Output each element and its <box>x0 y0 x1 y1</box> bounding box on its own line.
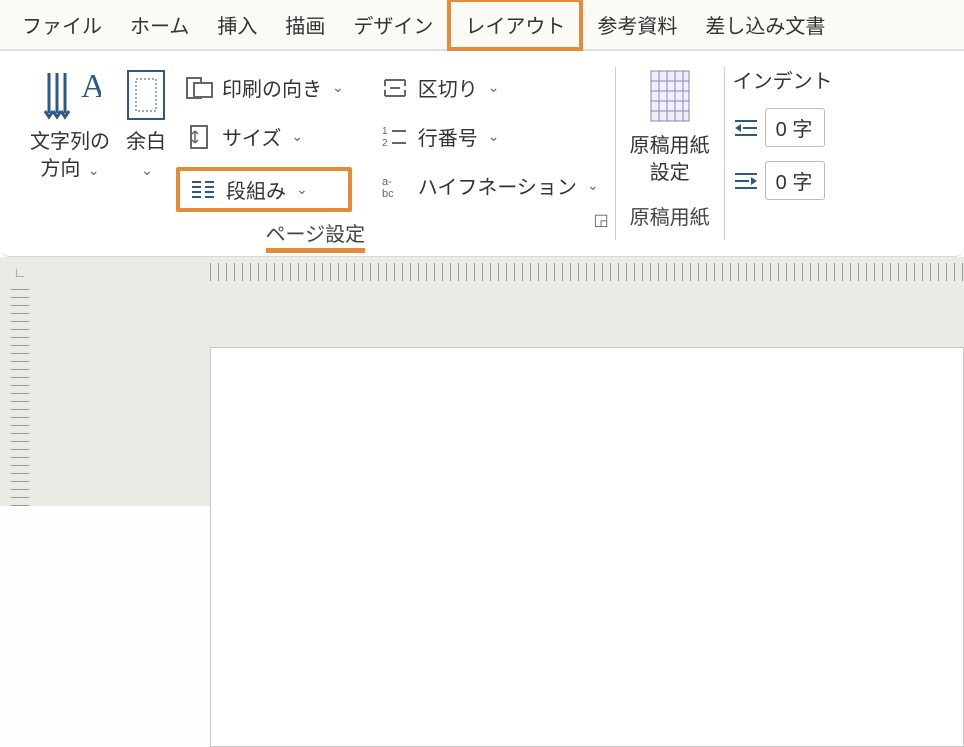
group-indent: インデント 0 字 0 字 <box>725 63 841 256</box>
text-direction-icon: A <box>39 67 101 123</box>
tab-layout[interactable]: レイアウト <box>447 0 583 51</box>
manuscript-group-label: 原稿用紙 <box>630 195 710 240</box>
breaks-button[interactable]: 区切り ⌄ <box>372 69 607 106</box>
margins-icon <box>122 67 170 123</box>
size-button[interactable]: サイズ ⌄ <box>176 118 352 155</box>
page-setup-launcher-icon[interactable]: ◲ <box>594 210 609 230</box>
hyphenation-icon: a-bc <box>380 173 410 199</box>
orientation-button[interactable]: 印刷の向き ⌄ <box>176 69 352 106</box>
group-manuscript: 原稿用紙設定 原稿用紙 <box>616 67 725 240</box>
ribbon: A 文字列の方向 ⌄ 余白⌄ 印刷の向き ⌄ サ <box>0 50 964 257</box>
orientation-icon <box>184 75 214 101</box>
size-icon <box>184 124 214 150</box>
indent-left[interactable]: 0 字 <box>733 108 825 147</box>
tab-bar: ファイル ホーム 挿入 描画 デザイン レイアウト 参考資料 差し込み文書 <box>0 0 964 50</box>
tab-home[interactable]: ホーム <box>116 2 203 47</box>
tab-file[interactable]: ファイル <box>8 2 116 47</box>
manuscript-button[interactable]: 原稿用紙設定 <box>624 67 716 187</box>
text-direction-button[interactable]: A 文字列の方向 ⌄ <box>24 67 116 183</box>
indent-right-icon <box>733 170 759 192</box>
line-numbers-icon: 12 <box>380 124 410 150</box>
manuscript-icon <box>643 67 697 127</box>
indent-left-icon <box>733 117 759 139</box>
document-page[interactable] <box>210 347 964 747</box>
vertical-ruler[interactable] <box>11 287 29 506</box>
tab-draw[interactable]: 描画 <box>271 2 339 47</box>
svg-text:1: 1 <box>382 126 388 137</box>
tab-design[interactable]: デザイン <box>339 2 447 47</box>
svg-text:2: 2 <box>382 138 388 149</box>
chevron-down-icon: ⌄ <box>141 162 153 178</box>
margins-button[interactable]: 余白⌄ <box>116 67 176 183</box>
ruler-corner: ∟ <box>0 257 40 287</box>
svg-text:a-: a- <box>382 176 392 188</box>
chevron-down-icon: ⌄ <box>296 181 308 198</box>
columns-button[interactable]: 段組み ⌄ <box>176 167 352 212</box>
indent-right[interactable]: 0 字 <box>733 161 825 200</box>
tab-references[interactable]: 参考資料 <box>583 2 691 47</box>
chevron-down-icon: ⌄ <box>488 128 500 145</box>
page-setup-group-label: ページ設定 <box>266 224 366 253</box>
line-numbers-button[interactable]: 12 行番号 ⌄ <box>372 118 607 155</box>
indent-right-value[interactable]: 0 字 <box>765 161 825 200</box>
tab-mailings[interactable]: 差し込み文書 <box>691 2 839 47</box>
indent-left-value[interactable]: 0 字 <box>765 108 825 147</box>
horizontal-ruler-row: ∟ <box>0 257 964 287</box>
chevron-down-icon: ⌄ <box>291 128 303 145</box>
svg-text:A: A <box>81 68 101 105</box>
hyphenation-button[interactable]: a-bc ハイフネーション ⌄ <box>372 167 607 204</box>
document-area <box>0 287 964 506</box>
chevron-down-icon: ⌄ <box>488 79 500 96</box>
horizontal-ruler[interactable] <box>210 263 964 281</box>
indent-heading: インデント <box>733 65 833 94</box>
chevron-down-icon: ⌄ <box>587 177 599 194</box>
tab-insert[interactable]: 挿入 <box>203 2 271 47</box>
columns-icon <box>188 177 218 203</box>
chevron-down-icon: ⌄ <box>88 162 100 178</box>
svg-text:bc: bc <box>382 188 394 199</box>
chevron-down-icon: ⌄ <box>332 79 344 96</box>
group-page-setup: A 文字列の方向 ⌄ 余白⌄ 印刷の向き ⌄ サ <box>0 67 616 240</box>
breaks-icon <box>380 75 410 101</box>
